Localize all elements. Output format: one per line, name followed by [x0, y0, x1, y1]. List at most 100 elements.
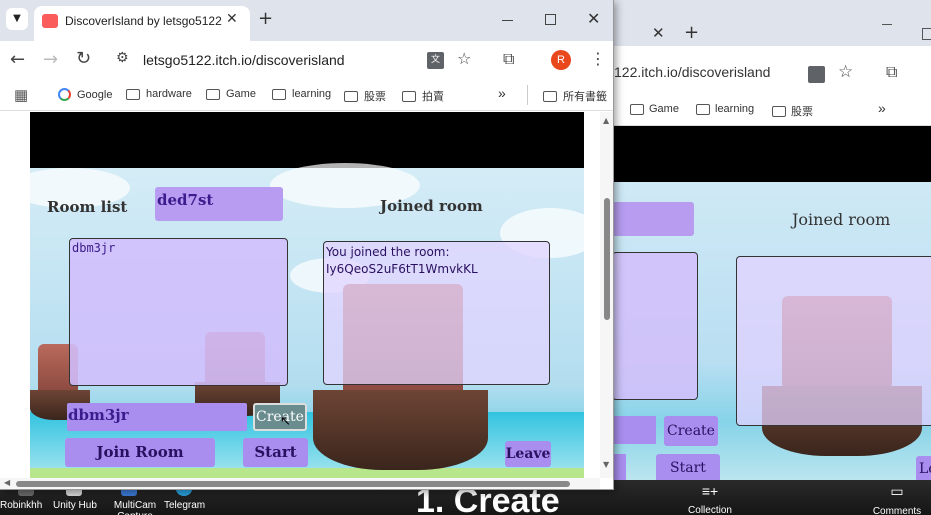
leave-button[interactable]: Leave: [505, 441, 551, 467]
join-room-button[interactable]: Join Room: [65, 438, 215, 467]
new-tab-icon[interactable]: +: [258, 8, 273, 29]
taskbar-item-telegram[interactable]: Telegram: [164, 500, 205, 511]
background-browser-window: ✕ + 122.itch.io/discoverisland ☆ ⧉ Game …: [612, 0, 931, 480]
folder-icon: [272, 88, 286, 100]
folder-icon: [696, 103, 710, 115]
ground-strip: [30, 468, 584, 478]
bookmark-auction[interactable]: 拍賣: [402, 88, 444, 104]
background-joined-room-label: Joined room: [792, 210, 891, 229]
back-arrow-icon[interactable]: ←: [10, 49, 25, 70]
background-star-icon[interactable]: ☆: [838, 62, 853, 82]
google-icon: [58, 88, 71, 101]
bookmark-star-icon[interactable]: ☆: [457, 49, 471, 68]
bookmark-game[interactable]: Game: [206, 88, 256, 100]
address-bar[interactable]: letsgo5122.itch.io/discoverisland: [143, 52, 345, 68]
room-code: ded7st: [157, 191, 214, 209]
taskbar-item-multicam[interactable]: MultiCam Capture Lite: [109, 500, 161, 515]
tab-title: DiscoverIsland by letsgo5122: [65, 14, 222, 28]
folder-icon: [543, 90, 557, 102]
horizontal-scroll-thumb[interactable]: [16, 481, 570, 487]
kebab-menu-icon[interactable]: ⋮: [590, 49, 606, 68]
game-header-band: [30, 112, 584, 168]
background-bookmarks-bar: Game learning 股票 »: [612, 94, 931, 126]
folder-icon: [344, 90, 358, 102]
bookmarks-bar: ▦ Google hardware Game learning 股票 拍賣 » …: [0, 79, 613, 111]
background-tab-close-icon[interactable]: ✕: [652, 24, 665, 42]
background-maximize-icon[interactable]: [922, 28, 931, 40]
profile-avatar[interactable]: R: [551, 50, 571, 70]
minimize-icon[interactable]: [502, 20, 513, 21]
bookmark-stocks[interactable]: 股票: [344, 88, 386, 104]
tab-close-icon[interactable]: ✕: [226, 11, 238, 27]
joined-room-label: Joined room: [380, 197, 483, 215]
taskbar-item-unity-hub[interactable]: Unity Hub: [53, 500, 97, 511]
background-room-list-box: [612, 252, 698, 400]
game-canvas: Room list ded7st Joined room dbm3jr You …: [30, 112, 584, 478]
joined-room-box: You joined the room: Iy6QeoS2uF6tT1WmvkK…: [323, 241, 550, 385]
tab-discoverisland[interactable]: DiscoverIsland by letsgo5122 ✕: [34, 6, 250, 41]
taskbar-item-robinkhh[interactable]: Robinkhh: [0, 500, 42, 511]
add-collection-icon: ≡+: [701, 483, 719, 499]
background-room-code-box: [612, 202, 694, 236]
page-viewport: Room list ded7st Joined room dbm3jr You …: [0, 112, 600, 478]
window-close-icon[interactable]: ✕: [587, 9, 600, 28]
room-list-label: Room list: [47, 198, 128, 216]
bookmark-hardware[interactable]: hardware: [126, 88, 192, 100]
scroll-down-icon[interactable]: ▼: [603, 460, 609, 469]
background-tab-bar: ✕ +: [612, 0, 931, 46]
folder-icon: [126, 88, 140, 100]
bookmark-google[interactable]: Google: [58, 88, 112, 101]
folder-icon: [772, 105, 786, 117]
bookmarks-divider: [527, 85, 528, 105]
vertical-scrollbar[interactable]: ▲ ▼: [600, 112, 613, 478]
scroll-left-icon[interactable]: ◀: [4, 478, 10, 487]
itch-favicon-icon: [42, 14, 58, 28]
background-start-button[interactable]: Start: [656, 454, 720, 480]
background-minimize-icon[interactable]: [882, 24, 892, 25]
background-game-area: Joined room Create Start Le: [612, 126, 931, 480]
start-button[interactable]: Start: [243, 438, 308, 467]
tab-search-chevron-down-icon[interactable]: ▼: [6, 8, 28, 30]
folder-icon: [402, 90, 416, 102]
main-browser-window: ▼ DiscoverIsland by letsgo5122 ✕ + ✕ ← →…: [0, 0, 614, 490]
room-name-input[interactable]: dbm3jr: [67, 403, 247, 431]
bookmarks-more-icon[interactable]: »: [498, 85, 506, 101]
background-extensions-icon[interactable]: ⧉: [886, 62, 897, 82]
vertical-scroll-thumb[interactable]: [604, 198, 610, 320]
background-create-button[interactable]: Create: [664, 416, 718, 446]
scroll-up-icon[interactable]: ▲: [603, 116, 609, 125]
browser-toolbar: ← → ↻ ⚙ letsgo5122.itch.io/discoverislan…: [0, 41, 613, 79]
background-bookmark-game[interactable]: Game: [630, 103, 679, 115]
background-room-name-input[interactable]: [612, 416, 656, 444]
joined-room-message: You joined the room: Iy6QeoS2uF6tT1WmvkK…: [326, 245, 478, 276]
horizontal-scrollbar[interactable]: ◀: [0, 478, 600, 489]
collection-button[interactable]: ≡+ Collection: [683, 483, 737, 515]
background-bookmarks-more-icon[interactable]: »: [878, 100, 886, 116]
site-info-icon[interactable]: ⚙: [116, 50, 129, 66]
folder-icon: [206, 88, 220, 100]
bookmark-learning[interactable]: learning: [272, 88, 331, 100]
background-bookmark-stocks[interactable]: 股票: [772, 103, 813, 119]
forward-arrow-icon[interactable]: →: [43, 49, 58, 70]
background-url-text[interactable]: 122.itch.io/discoverisland: [614, 64, 770, 80]
extensions-icon[interactable]: ⧉: [503, 49, 514, 69]
comment-icon: ▭: [890, 483, 904, 499]
room-list-item[interactable]: dbm3jr: [72, 241, 115, 255]
folder-icon: [630, 103, 644, 115]
room-name-value: dbm3jr: [68, 406, 129, 424]
background-new-tab-icon[interactable]: +: [684, 22, 699, 43]
background-join-button[interactable]: [612, 454, 626, 480]
maximize-icon[interactable]: [545, 14, 556, 25]
translate-icon[interactable]: 文: [427, 52, 444, 69]
comments-button[interactable]: ▭ Comments: [868, 483, 926, 515]
tab-bar: ▼ DiscoverIsland by letsgo5122 ✕ + ✕: [0, 0, 613, 41]
apps-grid-icon[interactable]: ▦: [14, 86, 28, 104]
room-list-box[interactable]: dbm3jr: [69, 238, 288, 386]
background-leave-button[interactable]: Le: [916, 456, 931, 480]
background-bookmark-learning[interactable]: learning: [696, 103, 754, 115]
reload-icon[interactable]: ↻: [76, 48, 91, 69]
background-joined-room-box: [736, 256, 931, 426]
background-translate-icon[interactable]: [808, 66, 825, 83]
screen: ✕ + 122.itch.io/discoverisland ☆ ⧉ Game …: [0, 0, 931, 515]
bookmark-all-bookmarks[interactable]: 所有書籤: [543, 88, 607, 104]
